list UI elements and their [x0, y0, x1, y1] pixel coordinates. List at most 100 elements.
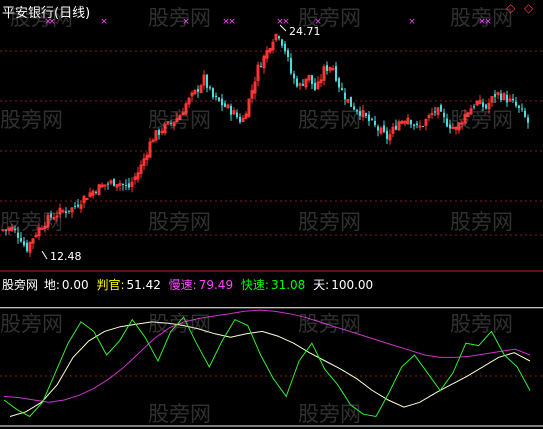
watermark: 股旁网	[0, 210, 63, 234]
candle-body	[413, 124, 415, 126]
signal-marker: ×	[408, 17, 416, 27]
watermark: 股旁网	[450, 312, 513, 336]
candle-body	[440, 105, 442, 112]
candle-body	[383, 125, 385, 132]
watermark: 股旁网	[298, 312, 361, 336]
candle-body	[215, 95, 217, 97]
ground-value: 0.00	[61, 278, 89, 292]
candle-body	[122, 184, 124, 186]
sky-label: 天:	[313, 278, 330, 292]
candle-body	[443, 112, 445, 118]
candle-body	[26, 242, 28, 252]
low-pointer	[41, 250, 48, 260]
candle-body	[107, 183, 109, 185]
candle-body	[311, 75, 313, 85]
signal-marker: ×	[228, 17, 236, 27]
candle-body	[344, 92, 346, 100]
candle-body	[434, 111, 436, 113]
candle-body	[506, 94, 508, 103]
candle-body	[221, 98, 223, 106]
candle-body	[494, 94, 496, 97]
indicator-slow: 慢速: 79.49	[169, 278, 235, 292]
watermark: 股旁网	[450, 210, 513, 234]
candle-body	[416, 123, 418, 126]
watermark: 股旁网	[298, 402, 361, 426]
candle-body	[524, 110, 526, 117]
candle-body	[341, 87, 343, 91]
candle-body	[518, 105, 520, 108]
watermark: 股旁网	[148, 402, 211, 426]
candle-body	[314, 82, 316, 91]
judge-label: 判官:	[96, 278, 125, 292]
watermark: 股旁网	[0, 108, 63, 132]
candle-body	[296, 78, 298, 87]
candle-body	[395, 125, 397, 130]
candle-body	[410, 120, 412, 125]
fast-label: 快速:	[240, 278, 269, 292]
watermark: 股旁网	[298, 108, 361, 132]
candle-body	[284, 43, 286, 52]
candle-body	[239, 117, 241, 123]
watermark: 股旁网	[298, 210, 361, 234]
watermark: 股旁网	[148, 312, 211, 336]
fast-value: 31.08	[270, 278, 306, 292]
candle-body	[77, 204, 79, 207]
candle-body	[418, 125, 422, 128]
candle-body	[527, 117, 529, 123]
candle-body	[371, 118, 373, 120]
next-diamond-icon[interactable]: ◇	[524, 2, 533, 14]
candle-body	[500, 93, 502, 100]
candle-body	[326, 65, 328, 71]
candle-body	[287, 50, 289, 57]
candle-body	[290, 58, 292, 74]
signal-marker: ×	[100, 17, 108, 27]
indicator-bar: 股旁网 地: 0.00 判官: 51.42 慢速: 79.49 快速: 31.08 天:…	[2, 276, 377, 293]
watermark: 股旁网	[0, 312, 63, 336]
candle-body	[218, 97, 220, 102]
indicator-ground: 地: 0.00	[44, 278, 91, 292]
candle-body	[368, 114, 370, 122]
candle-body	[74, 205, 76, 207]
watermark: 股旁网	[148, 6, 211, 30]
candle-body	[281, 39, 283, 46]
price-low-label: 12.48	[50, 250, 82, 263]
watermark: 股旁网	[450, 6, 513, 30]
candle-body	[365, 113, 367, 117]
indicator-fast: 快速: 31.08	[241, 278, 307, 292]
candle-body	[422, 126, 424, 128]
candle-body	[446, 118, 448, 127]
indicator-sky: 天: 100.00	[313, 278, 375, 292]
candle-body	[377, 126, 379, 131]
candle-body	[515, 101, 517, 106]
ground-label: 地:	[43, 278, 60, 292]
watermark: 股旁网	[148, 108, 211, 132]
candle-body	[302, 83, 304, 86]
candle-body	[224, 103, 226, 107]
candle-body	[85, 198, 89, 201]
slow-value: 79.49	[198, 278, 234, 292]
candle-body	[95, 191, 97, 193]
candle-body	[521, 108, 523, 110]
signal-markers: ×× × × ×× ×× × × ××	[44, 17, 492, 27]
watermark: 股旁网	[148, 210, 211, 234]
candle-body	[68, 210, 70, 212]
candle-body	[212, 87, 214, 98]
candle-body	[65, 211, 67, 213]
candle-body	[206, 74, 208, 88]
candle-body	[125, 184, 127, 186]
indicator-name: 股旁网	[2, 278, 39, 292]
candle-body	[338, 78, 340, 88]
candle-body	[113, 178, 115, 187]
candle-body	[374, 120, 376, 126]
candle-body	[430, 112, 434, 115]
candle-body	[103, 184, 107, 187]
candle-body	[230, 105, 232, 115]
sky-value: 100.00	[331, 278, 374, 292]
candle-body	[260, 66, 262, 68]
candle-body	[23, 241, 25, 246]
candle-body	[197, 88, 199, 92]
candle-body	[209, 87, 211, 89]
watermark: 股旁网	[10, 6, 73, 30]
candle-body	[236, 112, 238, 118]
candle-body	[20, 238, 22, 242]
